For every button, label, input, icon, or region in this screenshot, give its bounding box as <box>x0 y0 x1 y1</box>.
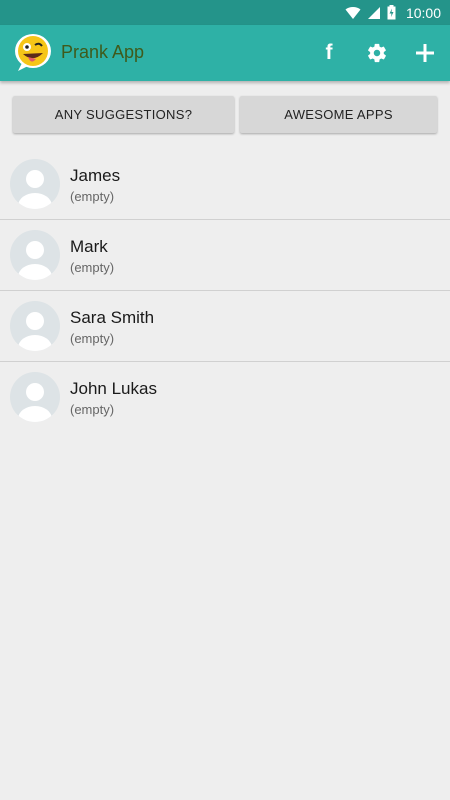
contact-status: (empty) <box>70 189 115 204</box>
add-contact-button[interactable] <box>411 39 439 67</box>
status-time: 10:00 <box>405 4 441 21</box>
facebook-button[interactable]: f <box>315 39 343 67</box>
settings-button[interactable] <box>363 39 391 67</box>
wifi-icon <box>345 6 361 19</box>
avatar-placeholder-icon <box>10 372 60 422</box>
avatar-placeholder-icon <box>10 230 60 280</box>
avatar-placeholder-icon <box>10 301 60 351</box>
top-button-row: ANY SUGGESTIONS? AWESOME APPS <box>0 96 450 133</box>
contact-row[interactable]: John Lukas (empty) <box>0 362 450 433</box>
app-title: Prank App <box>61 42 145 62</box>
plus-icon <box>416 44 434 62</box>
contact-name: John Lukas <box>70 379 157 398</box>
contact-status: (empty) <box>70 260 115 275</box>
any-suggestions-button[interactable]: ANY SUGGESTIONS? <box>13 96 234 133</box>
contact-name: James <box>70 166 121 185</box>
signal-icon <box>367 6 380 19</box>
contact-status: (empty) <box>70 402 115 417</box>
status-bar: 10:00 <box>0 0 450 25</box>
contact-row[interactable]: Mark (empty) <box>0 220 450 291</box>
contact-list: James (empty) Mark (empty) Sara Smith (e… <box>0 149 450 433</box>
contact-name: Sara Smith <box>70 308 155 327</box>
gear-icon <box>368 43 386 63</box>
app-bar: Prank App f <box>0 25 450 81</box>
facebook-icon: f <box>325 41 333 64</box>
contact-name: Mark <box>70 237 108 256</box>
avatar-placeholder-icon <box>10 159 60 209</box>
contact-row[interactable]: Sara Smith (empty) <box>0 291 450 362</box>
battery-charging-icon <box>387 5 396 20</box>
app-logo-icon <box>15 34 51 71</box>
contact-row[interactable]: James (empty) <box>0 149 450 220</box>
contact-status: (empty) <box>70 331 115 346</box>
awesome-apps-button[interactable]: AWESOME APPS <box>240 96 437 133</box>
